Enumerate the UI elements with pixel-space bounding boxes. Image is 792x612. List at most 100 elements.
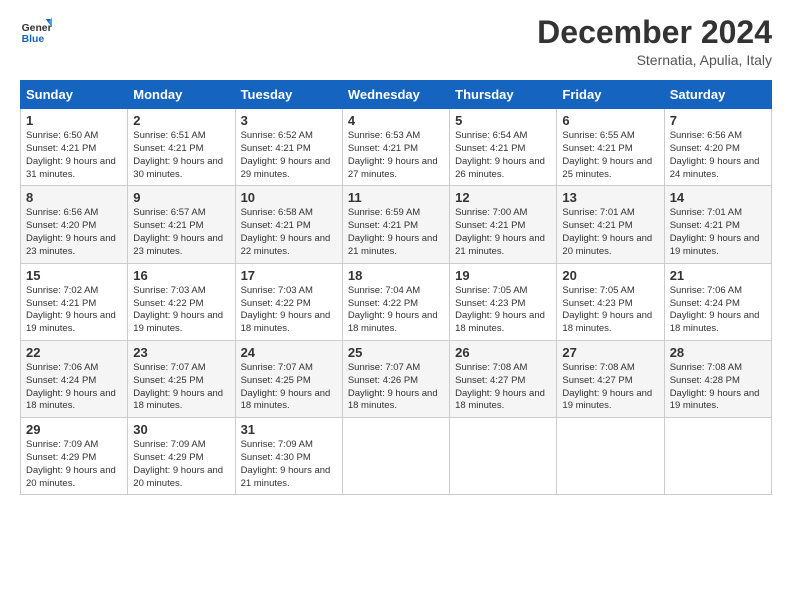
week-row-3: 15 Sunrise: 7:02 AMSunset: 4:21 PMDayligh…: [21, 263, 772, 340]
day-info: Sunrise: 7:06 AMSunset: 4:24 PMDaylight:…: [670, 285, 766, 336]
calendar-cell: 25Sunrise: 7:07 AMSunset: 4:26 PMDayligh…: [342, 340, 449, 417]
day-info: Sunrise: 6:56 AMSunset: 4:20 PMDaylight:…: [26, 207, 122, 258]
day-number: 5: [455, 113, 551, 128]
day-number: 21: [670, 268, 766, 283]
day-info: Sunrise: 6:56 AMSunset: 4:20 PMDaylight:…: [670, 130, 766, 181]
day-info: Sunrise: 7:08 AMSunset: 4:28 PMDaylight:…: [670, 362, 766, 413]
day-number: 26: [455, 345, 551, 360]
day-info: Sunrise: 7:07 AMSunset: 4:25 PMDaylight:…: [133, 362, 229, 413]
day-info: Sunrise: 7:09 AMSunset: 4:29 PMDaylight:…: [26, 439, 122, 490]
logo: General Blue: [20, 15, 52, 47]
day-header-friday: Friday: [557, 81, 664, 109]
svg-text:Blue: Blue: [22, 34, 45, 45]
svg-text:General: General: [22, 23, 52, 34]
day-info: Sunrise: 7:02 AMSunset: 4:21 PMDaylight:…: [26, 285, 122, 336]
day-info: Sunrise: 6:50 AMSunset: 4:21 PMDaylight:…: [26, 130, 122, 181]
calendar-cell: [557, 418, 664, 495]
day-number: 18: [348, 268, 444, 283]
calendar-cell: 7Sunrise: 6:56 AMSunset: 4:20 PMDaylight…: [664, 109, 771, 186]
day-number: 24: [241, 345, 337, 360]
day-number: 3: [241, 113, 337, 128]
day-number: 2: [133, 113, 229, 128]
day-number: 31: [241, 422, 337, 437]
day-info: Sunrise: 7:08 AMSunset: 4:27 PMDaylight:…: [562, 362, 658, 413]
day-info: Sunrise: 6:51 AMSunset: 4:21 PMDaylight:…: [133, 130, 229, 181]
month-title: December 2024: [537, 15, 772, 50]
day-number: 25: [348, 345, 444, 360]
day-header-thursday: Thursday: [450, 81, 557, 109]
location: Sternatia, Apulia, Italy: [537, 52, 772, 68]
day-number: 1: [26, 113, 122, 128]
calendar-cell: 21 Sunrise: 7:06 AMSunset: 4:24 PMDayligh…: [664, 263, 771, 340]
calendar-cell: [664, 418, 771, 495]
calendar-cell: 16 Sunrise: 7:03 AMSunset: 4:22 PMDayligh…: [128, 263, 235, 340]
day-info: Sunrise: 6:54 AMSunset: 4:21 PMDaylight:…: [455, 130, 551, 181]
calendar-cell: 10Sunrise: 6:58 AMSunset: 4:21 PMDayligh…: [235, 186, 342, 263]
logo-icon: General Blue: [20, 15, 52, 47]
day-info: Sunrise: 6:59 AMSunset: 4:21 PMDaylight:…: [348, 207, 444, 258]
calendar-cell: 4 Sunrise: 6:53 AMSunset: 4:21 PMDaylight…: [342, 109, 449, 186]
day-info: Sunrise: 7:09 AMSunset: 4:29 PMDaylight:…: [133, 439, 229, 490]
calendar-cell: 14 Sunrise: 7:01 AMSunset: 4:21 PMDayligh…: [664, 186, 771, 263]
day-number: 9: [133, 190, 229, 205]
page: General Blue December 2024 Sternatia, Ap…: [0, 0, 792, 612]
day-number: 11: [348, 190, 444, 205]
calendar-cell: 28Sunrise: 7:08 AMSunset: 4:28 PMDayligh…: [664, 340, 771, 417]
day-info: Sunrise: 7:06 AMSunset: 4:24 PMDaylight:…: [26, 362, 122, 413]
day-number: 4: [348, 113, 444, 128]
calendar-cell: 22 Sunrise: 7:06 AMSunset: 4:24 PMDayligh…: [21, 340, 128, 417]
calendar-cell: 30 Sunrise: 7:09 AMSunset: 4:29 PMDayligh…: [128, 418, 235, 495]
day-number: 22: [26, 345, 122, 360]
calendar-cell: 18Sunrise: 7:04 AMSunset: 4:22 PMDayligh…: [342, 263, 449, 340]
calendar-cell: 29Sunrise: 7:09 AMSunset: 4:29 PMDayligh…: [21, 418, 128, 495]
calendar-cell: 2 Sunrise: 6:51 AMSunset: 4:21 PMDaylight…: [128, 109, 235, 186]
day-number: 17: [241, 268, 337, 283]
calendar-cell: 20Sunrise: 7:05 AMSunset: 4:23 PMDayligh…: [557, 263, 664, 340]
day-header-tuesday: Tuesday: [235, 81, 342, 109]
day-info: Sunrise: 6:52 AMSunset: 4:21 PMDaylight:…: [241, 130, 337, 181]
day-info: Sunrise: 7:08 AMSunset: 4:27 PMDaylight:…: [455, 362, 551, 413]
calendar-cell: 17 Sunrise: 7:03 AMSunset: 4:22 PMDayligh…: [235, 263, 342, 340]
day-info: Sunrise: 7:00 AMSunset: 4:21 PMDaylight:…: [455, 207, 551, 258]
week-row-2: 8 Sunrise: 6:56 AMSunset: 4:20 PMDaylight…: [21, 186, 772, 263]
day-info: Sunrise: 6:53 AMSunset: 4:21 PMDaylight:…: [348, 130, 444, 181]
day-number: 16: [133, 268, 229, 283]
day-info: Sunrise: 7:09 AMSunset: 4:30 PMDaylight:…: [241, 439, 337, 490]
day-info: Sunrise: 7:03 AMSunset: 4:22 PMDaylight:…: [241, 285, 337, 336]
calendar-cell: [450, 418, 557, 495]
day-info: Sunrise: 6:57 AMSunset: 4:21 PMDaylight:…: [133, 207, 229, 258]
calendar-cell: 1 Sunrise: 6:50 AMSunset: 4:21 PMDaylight…: [21, 109, 128, 186]
day-header-monday: Monday: [128, 81, 235, 109]
day-number: 20: [562, 268, 658, 283]
day-number: 6: [562, 113, 658, 128]
header: General Blue December 2024 Sternatia, Ap…: [20, 15, 772, 68]
day-number: 15: [26, 268, 122, 283]
calendar-cell: 26 Sunrise: 7:08 AMSunset: 4:27 PMDayligh…: [450, 340, 557, 417]
day-info: Sunrise: 6:55 AMSunset: 4:21 PMDaylight:…: [562, 130, 658, 181]
day-info: Sunrise: 7:03 AMSunset: 4:22 PMDaylight:…: [133, 285, 229, 336]
day-number: 23: [133, 345, 229, 360]
day-info: Sunrise: 7:07 AMSunset: 4:25 PMDaylight:…: [241, 362, 337, 413]
calendar-cell: 23 Sunrise: 7:07 AMSunset: 4:25 PMDayligh…: [128, 340, 235, 417]
day-number: 12: [455, 190, 551, 205]
day-number: 14: [670, 190, 766, 205]
day-number: 10: [241, 190, 337, 205]
day-header-wednesday: Wednesday: [342, 81, 449, 109]
day-number: 19: [455, 268, 551, 283]
day-number: 30: [133, 422, 229, 437]
week-row-1: 1 Sunrise: 6:50 AMSunset: 4:21 PMDaylight…: [21, 109, 772, 186]
day-number: 8: [26, 190, 122, 205]
calendar-cell: [342, 418, 449, 495]
day-info: Sunrise: 7:01 AMSunset: 4:21 PMDaylight:…: [670, 207, 766, 258]
calendar-cell: 15 Sunrise: 7:02 AMSunset: 4:21 PMDayligh…: [21, 263, 128, 340]
day-header-saturday: Saturday: [664, 81, 771, 109]
header-row: SundayMondayTuesdayWednesdayThursdayFrid…: [21, 81, 772, 109]
calendar-cell: 11 Sunrise: 6:59 AMSunset: 4:21 PMDayligh…: [342, 186, 449, 263]
week-row-5: 29Sunrise: 7:09 AMSunset: 4:29 PMDayligh…: [21, 418, 772, 495]
day-header-sunday: Sunday: [21, 81, 128, 109]
calendar-cell: 12 Sunrise: 7:00 AMSunset: 4:21 PMDayligh…: [450, 186, 557, 263]
calendar-cell: 13Sunrise: 7:01 AMSunset: 4:21 PMDayligh…: [557, 186, 664, 263]
calendar-cell: 31 Sunrise: 7:09 AMSunset: 4:30 PMDayligh…: [235, 418, 342, 495]
calendar-cell: 19Sunrise: 7:05 AMSunset: 4:23 PMDayligh…: [450, 263, 557, 340]
day-number: 13: [562, 190, 658, 205]
